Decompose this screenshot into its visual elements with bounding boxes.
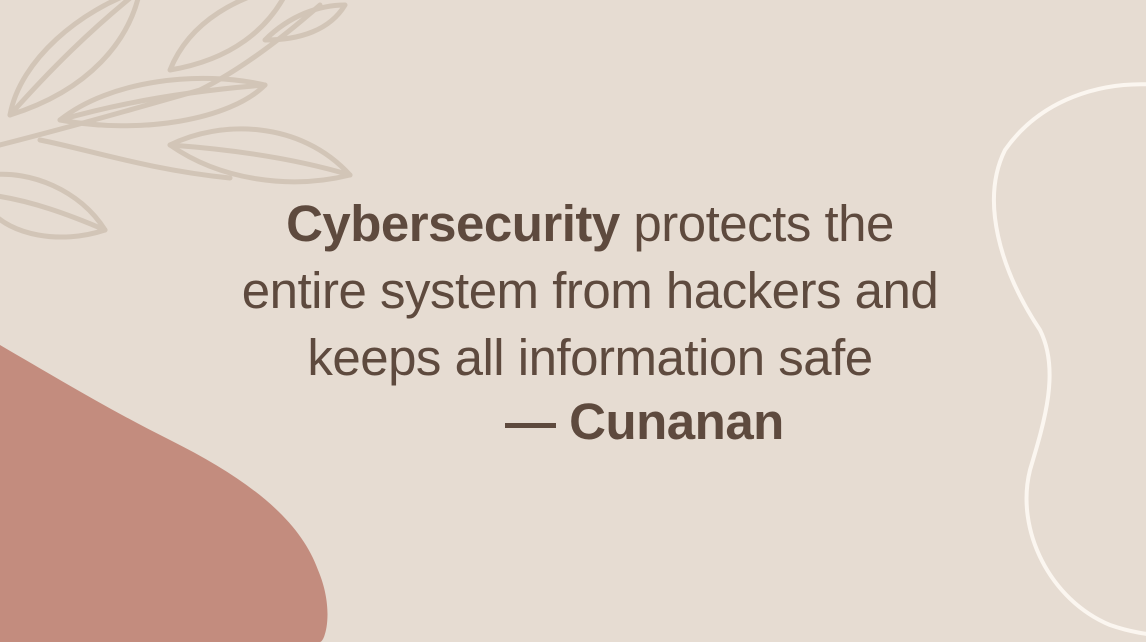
quote-card: Cybersecurity protects the entire system… xyxy=(0,0,1146,642)
quote-text: Cybersecurity protects the entire system… xyxy=(160,190,1020,391)
quote-author: — Cunanan xyxy=(505,393,784,450)
quote-line-3: keeps all information safe xyxy=(307,329,873,386)
quote-line-1-rest: protects the xyxy=(619,195,894,252)
quote-line-2: entire system from hackers and xyxy=(241,262,939,319)
quote-line-1: Cybersecurity protects the xyxy=(160,190,1020,257)
quote-highlight: Cybersecurity xyxy=(286,195,620,252)
